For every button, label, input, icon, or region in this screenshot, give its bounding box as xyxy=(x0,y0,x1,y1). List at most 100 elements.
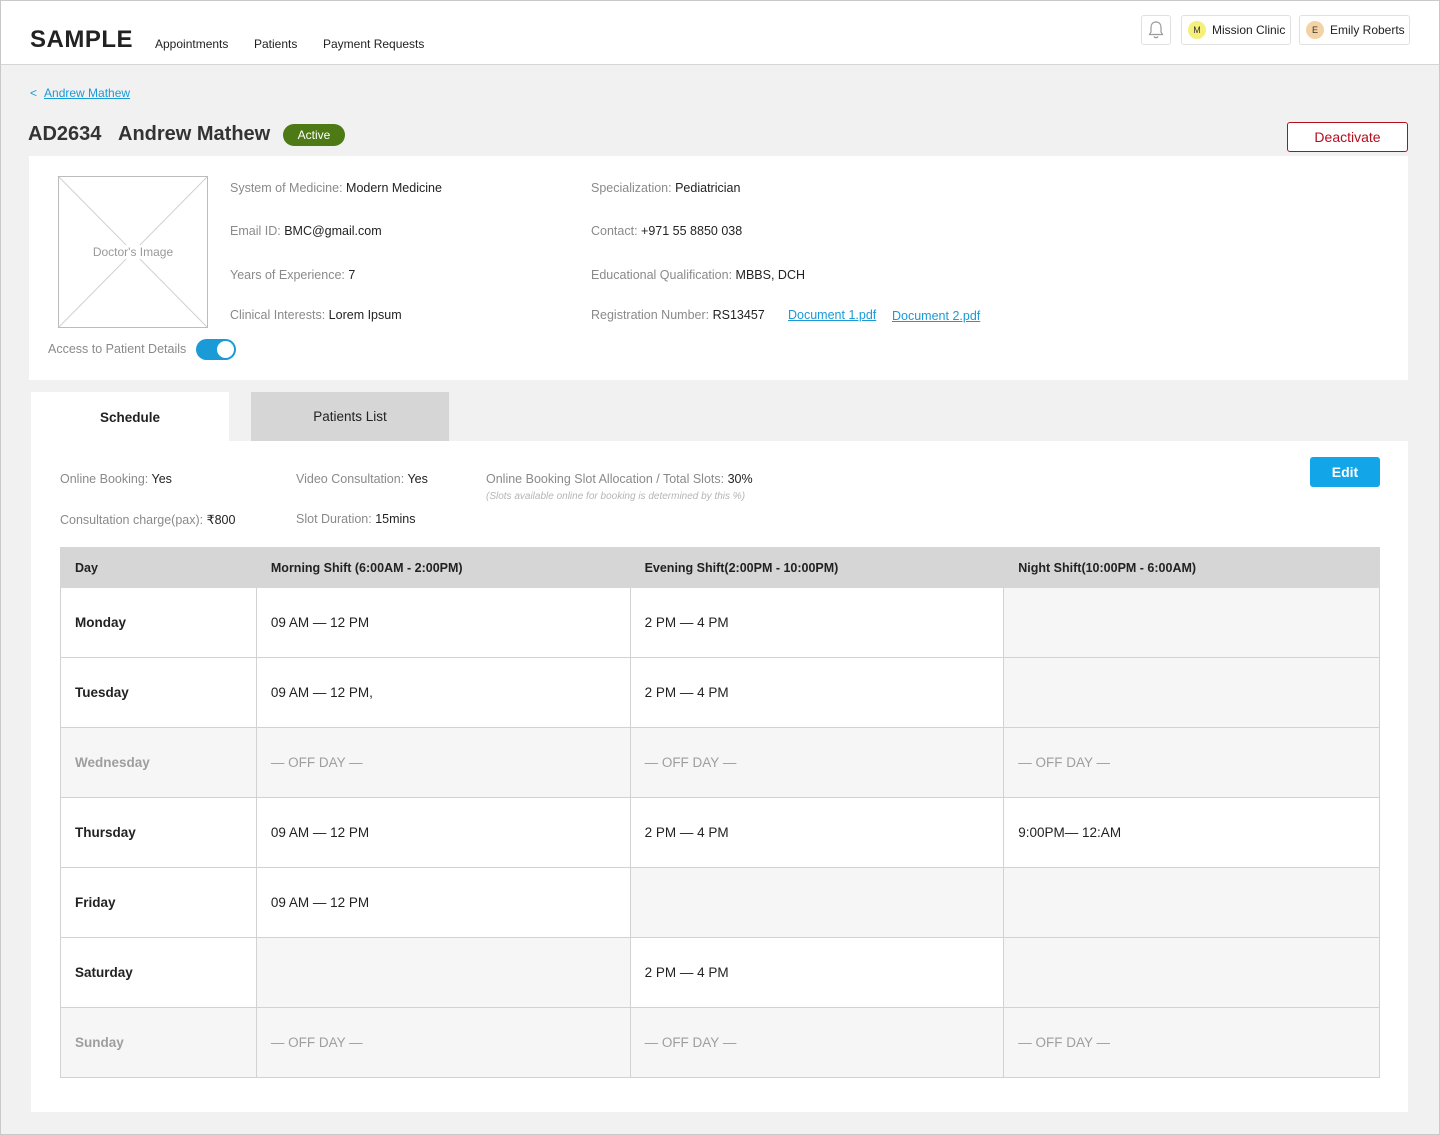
top-header: SAMPLE Appointments Patients Payment Req… xyxy=(0,0,1440,65)
online-booking-label: Online Booking: xyxy=(60,472,149,486)
access-patient-details-toggle[interactable] xyxy=(196,339,236,360)
doctor-id: AD2634 xyxy=(28,123,102,145)
edit-button[interactable]: Edit xyxy=(1310,457,1380,487)
breadcrumb-link[interactable]: Andrew Mathew xyxy=(44,86,130,100)
doctor-image-placeholder: Doctor's Image xyxy=(58,176,208,328)
user-name: Emily Roberts xyxy=(1330,23,1405,37)
status-badge: Active xyxy=(283,124,345,146)
table-row: Tuesday 09 AM — 12 PM, 2 PM — 4 PM xyxy=(60,657,1380,728)
slot-allocation-field: Online Booking Slot Allocation / Total S… xyxy=(486,472,753,486)
page-title: Andrew Mathew xyxy=(118,123,271,145)
experience-label: Years of Experience: xyxy=(230,268,345,282)
specialization-field: Specialization: Pediatrician xyxy=(591,181,740,195)
schedule-cell-evening[interactable]: 2 PM — 4 PM xyxy=(629,657,1005,728)
schedule-cell-morning[interactable]: — OFF DAY — xyxy=(255,727,631,798)
schedule-cell-day: Thursday xyxy=(60,797,257,868)
system-of-medicine-label: System of Medicine: xyxy=(230,181,343,195)
schedule-cell-evening[interactable]: — OFF DAY — xyxy=(629,1007,1005,1078)
clinic-avatar: M xyxy=(1188,21,1206,39)
schedule-cell-night[interactable]: — OFF DAY — xyxy=(1003,1007,1380,1078)
online-booking-value: Yes xyxy=(151,472,172,486)
toggle-knob xyxy=(217,341,234,358)
consultation-charge-value: ₹800 xyxy=(206,513,236,527)
schedule-cell-morning[interactable]: — OFF DAY — xyxy=(255,1007,631,1078)
schedule-cell-night[interactable] xyxy=(1003,587,1380,658)
schedule-cell-morning[interactable] xyxy=(255,937,631,1008)
experience-field: Years of Experience: 7 xyxy=(230,268,355,282)
column-header-day: Day xyxy=(60,547,257,588)
registration-label: Registration Number: xyxy=(591,308,710,322)
slot-allocation-label: Online Booking Slot Allocation / Total S… xyxy=(486,472,725,486)
schedule-cell-morning[interactable]: 09 AM — 12 PM xyxy=(255,587,631,658)
nav-payment-requests[interactable]: Payment Requests xyxy=(323,37,424,51)
slot-duration-value: 15mins xyxy=(375,512,416,526)
experience-value: 7 xyxy=(348,268,356,282)
schedule-cell-evening[interactable]: 2 PM — 4 PM xyxy=(629,797,1005,868)
consultation-charge-label: Consultation charge(pax): xyxy=(60,513,204,527)
schedule-cell-morning[interactable]: 09 AM — 12 PM xyxy=(255,867,631,938)
notifications-button[interactable] xyxy=(1141,15,1171,45)
tab-patients-list[interactable]: Patients List xyxy=(251,392,449,441)
nav-appointments[interactable]: Appointments xyxy=(155,37,228,51)
schedule-cell-evening[interactable] xyxy=(629,867,1005,938)
schedule-cell-day: Saturday xyxy=(60,937,257,1008)
clinic-name: Mission Clinic xyxy=(1212,23,1286,37)
schedule-cell-morning[interactable]: 09 AM — 12 PM xyxy=(255,797,631,868)
schedule-cell-day: Tuesday xyxy=(60,657,257,728)
back-chevron-icon[interactable]: < xyxy=(30,86,37,100)
schedule-cell-night[interactable] xyxy=(1003,657,1380,728)
system-of-medicine-value: Modern Medicine xyxy=(346,181,442,195)
schedule-cell-evening[interactable]: — OFF DAY — xyxy=(629,727,1005,798)
contact-value: +971 55 8850 038 xyxy=(641,224,743,238)
system-of-medicine-field: System of Medicine: Modern Medicine xyxy=(230,181,442,195)
specialization-value: Pediatrician xyxy=(675,181,741,195)
document-1-link[interactable]: Document 1.pdf xyxy=(788,308,876,322)
table-row: Wednesday — OFF DAY — — OFF DAY — — OFF DAY… xyxy=(60,727,1380,798)
table-row: Monday 09 AM — 12 PM 2 PM — 4 PM xyxy=(60,587,1380,658)
schedule-cell-day: Monday xyxy=(60,587,257,658)
clinical-interests-label: Clinical Interests: xyxy=(230,308,326,322)
schedule-cell-night[interactable] xyxy=(1003,867,1380,938)
specialization-label: Specialization: xyxy=(591,181,672,195)
qualification-value: MBBS, DCH xyxy=(735,268,805,282)
app-logo[interactable]: SAMPLE xyxy=(30,26,133,54)
schedule-cell-night[interactable] xyxy=(1003,937,1380,1008)
schedule-cell-evening[interactable]: 2 PM — 4 PM xyxy=(629,587,1005,658)
table-row: Saturday 2 PM — 4 PM xyxy=(60,937,1380,1008)
image-label: Doctor's Image xyxy=(90,245,176,259)
user-menu[interactable]: E Emily Roberts xyxy=(1299,15,1410,45)
schedule-cell-night[interactable]: — OFF DAY — xyxy=(1003,727,1380,798)
email-label: Email ID: xyxy=(230,224,281,238)
column-header-morning: Morning Shift (6:00AM - 2:00PM) xyxy=(255,547,631,588)
deactivate-button[interactable]: Deactivate xyxy=(1287,122,1408,152)
online-booking-field: Online Booking: Yes xyxy=(60,472,172,486)
schedule-cell-day: Wednesday xyxy=(60,727,257,798)
slot-allocation-value: 30% xyxy=(727,472,753,486)
column-header-evening: Evening Shift(2:00PM - 10:00PM) xyxy=(629,547,1005,588)
slot-duration-label: Slot Duration: xyxy=(296,512,372,526)
table-header-row: Day Morning Shift (6:00AM - 2:00PM) Even… xyxy=(60,547,1380,588)
tab-schedule[interactable]: Schedule xyxy=(31,392,229,442)
video-consultation-value: Yes xyxy=(407,472,428,486)
schedule-table: Day Morning Shift (6:00AM - 2:00PM) Even… xyxy=(60,547,1380,1078)
video-consultation-label: Video Consultation: xyxy=(296,472,405,486)
schedule-cell-morning[interactable]: 09 AM — 12 PM, xyxy=(255,657,631,728)
schedule-cell-night[interactable]: 9:00PM— 12:AM xyxy=(1003,797,1380,868)
email-value: BMC@gmail.com xyxy=(284,224,382,238)
access-patient-details-label: Access to Patient Details xyxy=(48,342,187,356)
column-header-night: Night Shift(10:00PM - 6:00AM) xyxy=(1003,547,1380,588)
slot-allocation-note: (Slots available online for booking is d… xyxy=(486,491,746,502)
avatar: E xyxy=(1306,21,1324,39)
email-field: Email ID: BMC@gmail.com xyxy=(230,224,382,238)
schedule-cell-evening[interactable]: 2 PM — 4 PM xyxy=(629,937,1005,1008)
qualification-label: Educational Qualification: xyxy=(591,268,733,282)
contact-label: Contact: xyxy=(591,224,638,238)
breadcrumb: < Andrew Mathew xyxy=(30,86,130,100)
registration-value: RS13457 xyxy=(712,308,765,322)
table-row: Thursday 09 AM — 12 PM 2 PM — 4 PM 9:00PM— … xyxy=(60,797,1380,868)
document-2-link[interactable]: Document 2.pdf xyxy=(892,309,980,323)
clinic-switcher[interactable]: M Mission Clinic xyxy=(1181,15,1291,45)
contact-field: Contact: +971 55 8850 038 xyxy=(591,224,742,238)
nav-patients[interactable]: Patients xyxy=(254,37,297,51)
schedule-panel: Online Booking: Yes Video Consultation: … xyxy=(31,441,1408,1112)
